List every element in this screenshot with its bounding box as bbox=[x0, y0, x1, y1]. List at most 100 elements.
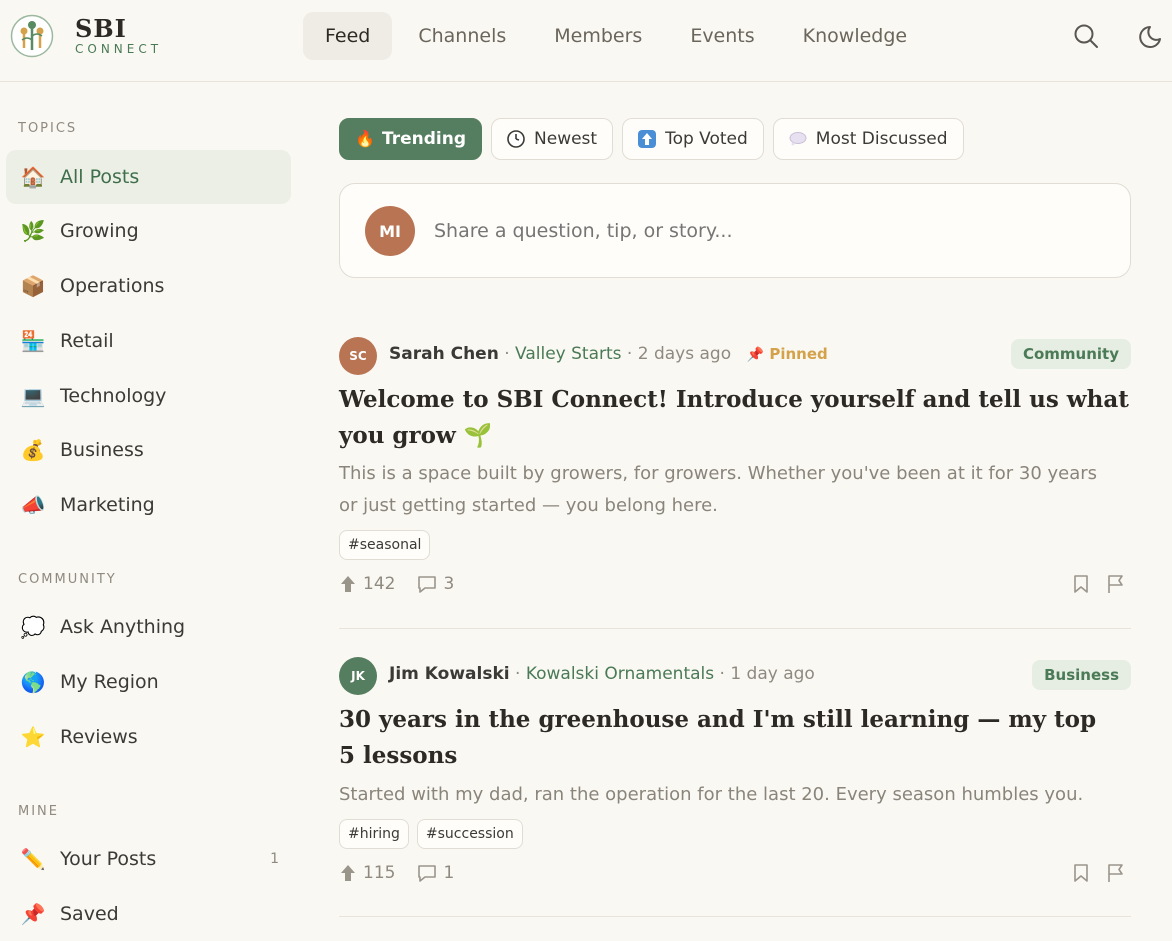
flag-icon bbox=[1108, 864, 1123, 882]
topics-heading: TOPICS bbox=[18, 121, 78, 136]
hashtag[interactable]: #hiring bbox=[339, 819, 409, 849]
author-name[interactable]: Jim Kowalski bbox=[389, 664, 510, 684]
nav-knowledge[interactable]: Knowledge bbox=[781, 12, 929, 60]
comments-button[interactable]: 1 bbox=[417, 863, 454, 883]
store-icon: 🏪 bbox=[20, 329, 46, 353]
post-card[interactable]: SC Sarah Chen · Valley Starts · 2 days a… bbox=[339, 337, 1131, 607]
filter-label: Most Discussed bbox=[815, 129, 948, 149]
moon-icon[interactable] bbox=[1139, 23, 1165, 49]
bookmark-button[interactable] bbox=[1073, 574, 1089, 594]
post-secondary-actions bbox=[1055, 574, 1125, 594]
sidebar-item-saved[interactable]: 📌 Saved bbox=[6, 887, 291, 941]
up-arrow-icon bbox=[638, 130, 657, 148]
nav-feed[interactable]: Feed bbox=[303, 12, 393, 60]
post-actions: 115 1 bbox=[339, 863, 1131, 883]
post-divider bbox=[339, 628, 1131, 629]
sidebar-item-label: Marketing bbox=[60, 494, 155, 516]
sidebar-item-label: Technology bbox=[60, 385, 167, 407]
pencil-icon: ✏️ bbox=[20, 847, 46, 871]
filter-newest[interactable]: Newest bbox=[491, 118, 614, 160]
sidebar-item-marketing[interactable]: 📣 Marketing bbox=[6, 478, 291, 532]
mine-heading: MINE bbox=[18, 804, 59, 819]
upvote-button[interactable]: 115 bbox=[339, 863, 395, 883]
sidebar-item-growing[interactable]: 🌿 Growing bbox=[6, 204, 291, 258]
sidebar-item-my-region[interactable]: 🌎 My Region bbox=[6, 655, 291, 709]
brand-name[interactable]: SBI bbox=[75, 14, 127, 43]
comments-button[interactable]: 3 bbox=[417, 574, 454, 594]
sidebar-item-business[interactable]: 💰 Business bbox=[6, 423, 291, 477]
globe-icon: 🌎 bbox=[20, 670, 46, 694]
post-meta: Jim Kowalski · Kowalski Ornamentals · 1 … bbox=[389, 664, 815, 684]
sidebar-item-reviews[interactable]: ⭐ Reviews bbox=[6, 710, 291, 764]
pushpin-icon: 📌 bbox=[20, 902, 46, 926]
flag-button[interactable] bbox=[1107, 863, 1125, 883]
main-nav: Feed Channels Members Events Knowledge bbox=[303, 12, 933, 60]
pinned-label: Pinned bbox=[769, 345, 828, 363]
nav-channels[interactable]: Channels bbox=[396, 12, 528, 60]
author-name[interactable]: Sarah Chen bbox=[389, 344, 499, 364]
sidebar-item-ask-anything[interactable]: 💭 Ask Anything bbox=[6, 600, 291, 654]
comment-icon bbox=[418, 865, 437, 882]
filter-most-discussed[interactable]: Most Discussed bbox=[772, 118, 964, 160]
post-composer[interactable]: MI bbox=[339, 183, 1131, 278]
star-icon: ⭐ bbox=[20, 725, 46, 749]
user-avatar: MI bbox=[365, 206, 415, 256]
comment-icon bbox=[418, 576, 437, 593]
sidebar-item-label: Operations bbox=[60, 275, 165, 297]
megaphone-icon: 📣 bbox=[20, 493, 46, 517]
sidebar-item-label: Ask Anything bbox=[60, 616, 186, 638]
farm-name[interactable]: Kowalski Ornamentals bbox=[526, 664, 714, 684]
nav-events[interactable]: Events bbox=[668, 12, 776, 60]
post-meta: Sarah Chen · Valley Starts · 2 days ago … bbox=[389, 344, 828, 364]
author-avatar[interactable]: JK bbox=[339, 657, 377, 695]
filter-top-voted[interactable]: Top Voted bbox=[622, 118, 764, 160]
post-title[interactable]: Welcome to SBI Connect! Introduce yourse… bbox=[339, 382, 1131, 454]
hashtag-list: #seasonal bbox=[339, 530, 438, 560]
herb-icon: 🌿 bbox=[20, 219, 46, 243]
filter-label: Trending bbox=[382, 129, 467, 149]
computer-icon: 💻 bbox=[20, 384, 46, 408]
search-icon[interactable] bbox=[1073, 23, 1099, 49]
farm-name[interactable]: Valley Starts bbox=[515, 344, 621, 364]
speech-bubble-icon bbox=[789, 132, 807, 146]
nav-members[interactable]: Members bbox=[532, 12, 664, 60]
sidebar-item-retail[interactable]: 🏪 Retail bbox=[6, 314, 291, 368]
composer-input[interactable] bbox=[432, 219, 1036, 243]
flag-icon bbox=[1108, 575, 1123, 593]
upvote-count: 115 bbox=[363, 863, 396, 883]
flag-button[interactable] bbox=[1107, 574, 1125, 594]
bookmark-icon bbox=[1074, 575, 1088, 593]
post-title[interactable]: 30 years in the greenhouse and I'm still… bbox=[339, 702, 1099, 774]
sidebar-item-operations[interactable]: 📦 Operations bbox=[6, 259, 291, 313]
community-heading: COMMUNITY bbox=[18, 572, 117, 587]
upvote-button[interactable]: 142 bbox=[339, 574, 395, 594]
category-badge[interactable]: Business bbox=[1032, 660, 1131, 690]
sidebar-item-technology[interactable]: 💻 Technology bbox=[6, 369, 291, 423]
up-arrow-icon bbox=[341, 576, 355, 592]
hashtag[interactable]: #succession bbox=[416, 819, 523, 849]
comment-count: 1 bbox=[443, 863, 455, 883]
post-actions: 142 3 bbox=[339, 574, 1131, 594]
post-card[interactable]: JK Jim Kowalski · Kowalski Ornamentals ·… bbox=[339, 657, 1131, 897]
feed-filters: 🔥 Trending Newest Top Voted Most Discuss… bbox=[339, 118, 973, 160]
sidebar-item-label: Reviews bbox=[60, 726, 138, 748]
author-avatar[interactable]: SC bbox=[339, 337, 377, 375]
pushpin-icon: 📌 bbox=[746, 347, 764, 363]
sidebar-item-label: Saved bbox=[60, 903, 119, 925]
your-posts-count: 1 bbox=[270, 851, 279, 867]
filter-label: Top Voted bbox=[665, 129, 748, 149]
sidebar-item-label: My Region bbox=[60, 671, 159, 693]
filter-label: Newest bbox=[534, 129, 598, 149]
bookmark-button[interactable] bbox=[1073, 863, 1089, 883]
sbi-logo-icon[interactable] bbox=[10, 14, 54, 58]
brand-tagline: CONNECT bbox=[75, 42, 163, 56]
fire-icon: 🔥 bbox=[355, 129, 375, 148]
sidebar-item-your-posts[interactable]: ✏️ Your Posts 1 bbox=[6, 832, 291, 886]
hashtag-list: #hiring #succession bbox=[339, 819, 531, 849]
sidebar: TOPICS 🏠 All Posts 🌿 Growing 📦 Operation… bbox=[0, 82, 300, 936]
category-badge[interactable]: Community bbox=[1010, 339, 1131, 369]
sidebar-item-all-posts[interactable]: 🏠 All Posts bbox=[6, 150, 291, 204]
hashtag[interactable]: #seasonal bbox=[339, 530, 431, 560]
money-bag-icon: 💰 bbox=[20, 438, 46, 462]
filter-trending[interactable]: 🔥 Trending bbox=[339, 118, 483, 160]
